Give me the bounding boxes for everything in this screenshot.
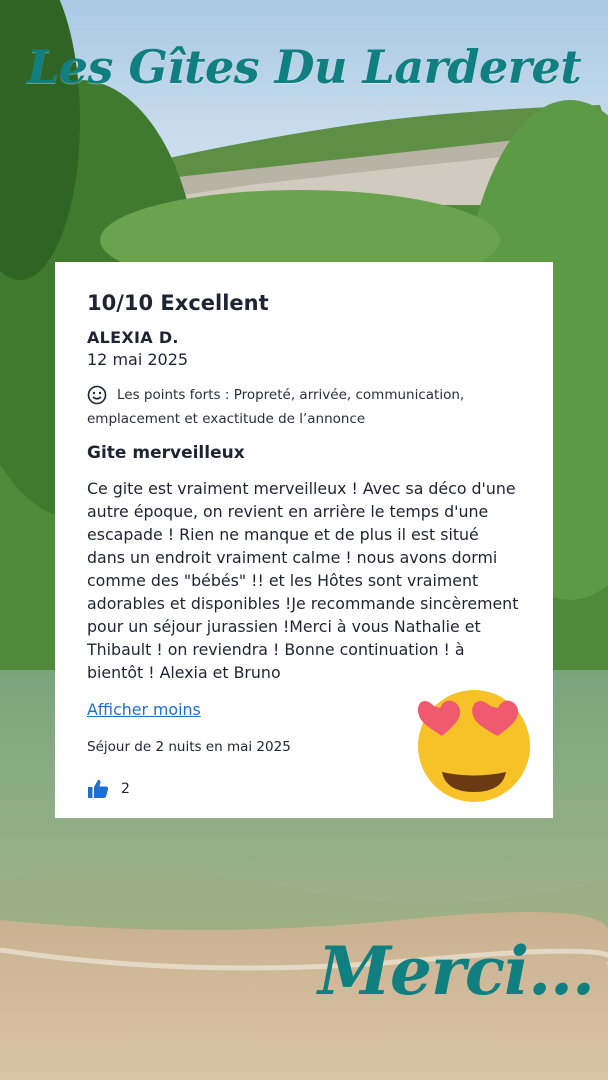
- heart-eyes-emoji: [417, 690, 530, 802]
- review-highlights: Les points forts : Propreté, arrivée, co…: [87, 383, 521, 431]
- review-title: Gite merveilleux: [87, 443, 245, 463]
- review-author: ALEXIA D.: [87, 328, 179, 347]
- thumbs-up-icon[interactable]: [87, 779, 109, 799]
- likes-count: 2: [121, 781, 130, 797]
- review-date: 12 mai 2025: [87, 350, 189, 369]
- smile-icon: [87, 385, 107, 405]
- show-less-link[interactable]: Afficher moins: [87, 700, 201, 719]
- review-text: Ce gite est vraiment merveilleux ! Avec …: [87, 479, 519, 682]
- page-title: Les Gîtes Du Larderet: [26, 40, 582, 94]
- thanks-text: Merci...: [318, 932, 595, 1010]
- review-rating: 10/10 Excellent: [87, 291, 269, 315]
- highlights-text: Les points forts : Propreté, arrivée, co…: [87, 387, 465, 427]
